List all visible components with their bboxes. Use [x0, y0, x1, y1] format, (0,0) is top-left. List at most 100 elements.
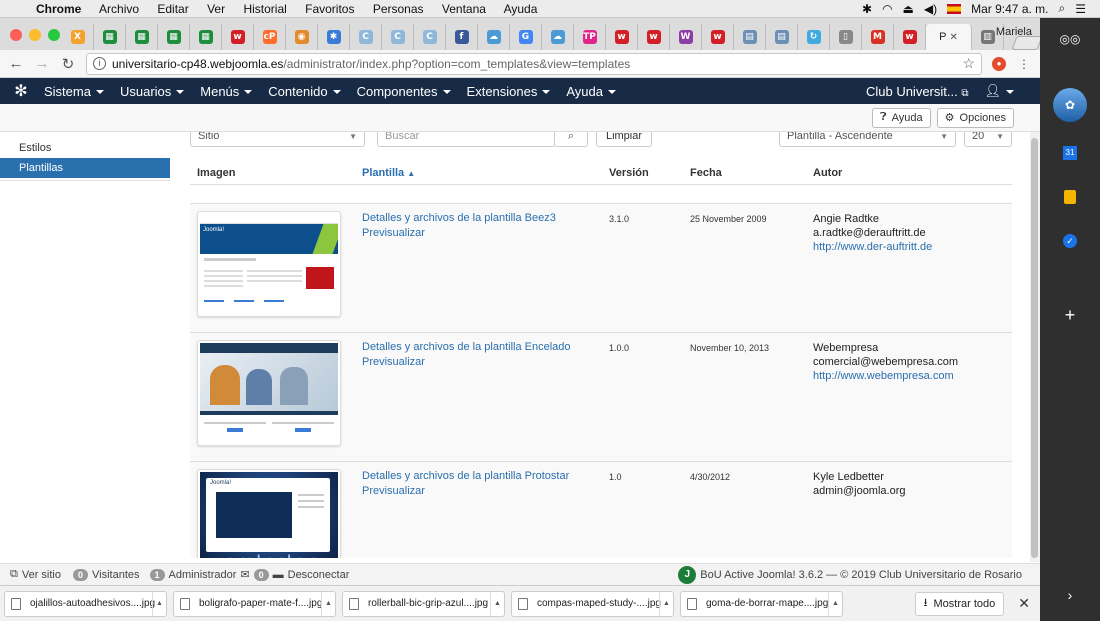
- nav-menus[interactable]: Menús: [200, 84, 253, 99]
- nav-usuarios[interactable]: Usuarios: [120, 84, 185, 99]
- new-tab-button[interactable]: [1011, 36, 1040, 50]
- col-template-sort[interactable]: Plantilla ▲: [362, 167, 415, 179]
- limit-select[interactable]: 20 ▼: [964, 132, 1012, 147]
- menu-ayuda[interactable]: Ayuda: [504, 2, 538, 16]
- browser-tab[interactable]: w: [606, 24, 638, 50]
- browser-tab[interactable]: ▦: [158, 24, 190, 50]
- options-button[interactable]: ⚙ Opciones: [936, 107, 1014, 128]
- wifi-icon[interactable]: ◠: [882, 2, 892, 16]
- reload-icon[interactable]: ↻: [60, 55, 76, 73]
- preview-link[interactable]: Previsualizar: [362, 226, 556, 241]
- browser-tab[interactable]: G: [510, 24, 542, 50]
- browser-tab[interactable]: W: [670, 24, 702, 50]
- browser-tab[interactable]: TP: [574, 24, 606, 50]
- download-item[interactable]: goma-de-borrar-mape....jpg ▲: [680, 590, 843, 617]
- browser-tab[interactable]: ▤: [766, 24, 798, 50]
- browser-tab[interactable]: C: [350, 24, 382, 50]
- download-item[interactable]: rollerball-bic-grip-azul....jpg ▲: [342, 590, 505, 617]
- chevron-up-icon[interactable]: ▲: [490, 591, 504, 616]
- chevron-up-icon[interactable]: ▲: [659, 591, 673, 616]
- browser-tab[interactable]: w: [222, 24, 254, 50]
- joomla-logo-icon[interactable]: ✻: [12, 82, 30, 100]
- browser-tab[interactable]: X: [62, 24, 94, 50]
- preview-link[interactable]: Previsualizar: [362, 355, 571, 370]
- view-site-link[interactable]: Ver sitio: [22, 569, 61, 581]
- browser-tab[interactable]: M: [862, 24, 894, 50]
- browser-tab[interactable]: cP: [254, 24, 286, 50]
- clock[interactable]: Mar 9:47 a. m.: [971, 2, 1048, 16]
- ordering-select[interactable]: Plantilla - Ascendente ▼: [779, 132, 956, 147]
- forward-arrow-icon[interactable]: →: [34, 55, 50, 72]
- browser-tab-active[interactable]: P ✕: [926, 24, 972, 50]
- zoom-window-button[interactable]: [48, 29, 60, 41]
- menu-ventana[interactable]: Ventana: [442, 2, 486, 16]
- address-bar[interactable]: i universitario-cp48.webjoomla.es/admini…: [86, 52, 982, 75]
- close-tab-icon[interactable]: ✕: [949, 32, 957, 43]
- chevron-right-icon[interactable]: ›: [1053, 578, 1087, 612]
- calendar-icon[interactable]: 31: [1053, 136, 1087, 170]
- menu-app-name[interactable]: Chrome: [36, 2, 81, 16]
- browser-tab[interactable]: C: [414, 24, 446, 50]
- browser-tab[interactable]: w: [638, 24, 670, 50]
- logout-link[interactable]: Desconectar: [288, 569, 350, 581]
- browser-tab[interactable]: ▯: [830, 24, 862, 50]
- download-item[interactable]: boligrafo-paper-mate-f....jpg ▲: [173, 590, 336, 617]
- info-icon[interactable]: i: [93, 57, 106, 70]
- browser-tab[interactable]: ▦: [94, 24, 126, 50]
- author-url[interactable]: http://www.der-auftritt.de: [813, 240, 932, 255]
- nav-ayuda[interactable]: Ayuda: [566, 84, 616, 99]
- preview-link[interactable]: Previsualizar: [362, 484, 569, 499]
- eject-icon[interactable]: ⏏: [903, 2, 914, 16]
- browser-tab[interactable]: C: [382, 24, 414, 50]
- nav-sistema[interactable]: Sistema: [44, 84, 104, 99]
- browser-tab[interactable]: w: [702, 24, 734, 50]
- browser-tab[interactable]: ↻: [798, 24, 830, 50]
- site-link[interactable]: Club Universit... ⧉: [866, 84, 969, 99]
- search-input[interactable]: Buscar: [377, 132, 555, 147]
- menu-dots-icon[interactable]: ⋮: [1016, 57, 1032, 71]
- nav-componentes[interactable]: Componentes: [357, 84, 451, 99]
- clear-button[interactable]: Limpiar: [596, 132, 652, 147]
- details-link[interactable]: Detalles y archivos de la plantilla Ence…: [362, 340, 571, 355]
- download-item[interactable]: compas-maped-study-....jpg ▲: [511, 590, 674, 617]
- extension-icon[interactable]: ●: [992, 56, 1006, 71]
- add-icon[interactable]: +: [1053, 298, 1087, 332]
- browser-tab[interactable]: ☁: [478, 24, 510, 50]
- author-url[interactable]: http://www.webempresa.com: [813, 369, 958, 384]
- admins-label[interactable]: Administrador: [169, 569, 237, 581]
- browser-tab[interactable]: w: [894, 24, 926, 50]
- chevron-up-icon[interactable]: ▲: [152, 591, 166, 616]
- browser-tab[interactable]: ▤: [734, 24, 766, 50]
- nav-extensiones[interactable]: Extensiones: [467, 84, 551, 99]
- menu-personas[interactable]: Personas: [373, 2, 424, 16]
- glasses-icon[interactable]: ◎◎: [1053, 22, 1087, 56]
- details-link[interactable]: Detalles y archivos de la plantilla Prot…: [362, 469, 569, 484]
- browser-tab[interactable]: ◉: [286, 24, 318, 50]
- envelope-icon[interactable]: ✉: [240, 568, 249, 581]
- search-button[interactable]: ⌕: [554, 132, 588, 147]
- sidebar-item-estilos[interactable]: Estilos: [0, 138, 170, 158]
- help-button[interactable]: ❓︎ Ayuda: [872, 107, 931, 128]
- nav-contenido[interactable]: Contenido: [268, 84, 341, 99]
- download-item[interactable]: ojalillos-autoadhesivos....jpg ▲: [4, 590, 167, 617]
- template-thumbnail[interactable]: [197, 340, 341, 446]
- browser-tab[interactable]: ▦: [190, 24, 222, 50]
- minimize-window-button[interactable]: [29, 29, 41, 41]
- bookmark-star-icon[interactable]: ☆: [962, 55, 975, 72]
- sidebar-item-plantillas[interactable]: Plantillas: [0, 158, 170, 178]
- show-all-button[interactable]: ⭳ Mostrar todo: [914, 591, 1005, 616]
- user-menu[interactable]: 👤︎: [984, 83, 1014, 99]
- app-avatar-icon[interactable]: ✿: [1053, 88, 1087, 122]
- close-window-button[interactable]: [10, 29, 22, 41]
- menu-historial[interactable]: Historial: [243, 2, 286, 16]
- spanish-flag-icon[interactable]: [947, 3, 962, 14]
- page-scrollbar[interactable]: [1030, 132, 1040, 562]
- close-downloads-icon[interactable]: ✕: [1018, 595, 1030, 612]
- details-link[interactable]: Detalles y archivos de la plantilla Beez…: [362, 211, 556, 226]
- profile-name[interactable]: Mariela: [996, 26, 1032, 38]
- menu-editar[interactable]: Editar: [157, 2, 188, 16]
- client-select[interactable]: Sitio ▼: [190, 132, 365, 147]
- browser-tab[interactable]: ✱: [318, 24, 350, 50]
- search-icon[interactable]: ⌕: [1059, 1, 1066, 16]
- browser-tab[interactable]: ☁: [542, 24, 574, 50]
